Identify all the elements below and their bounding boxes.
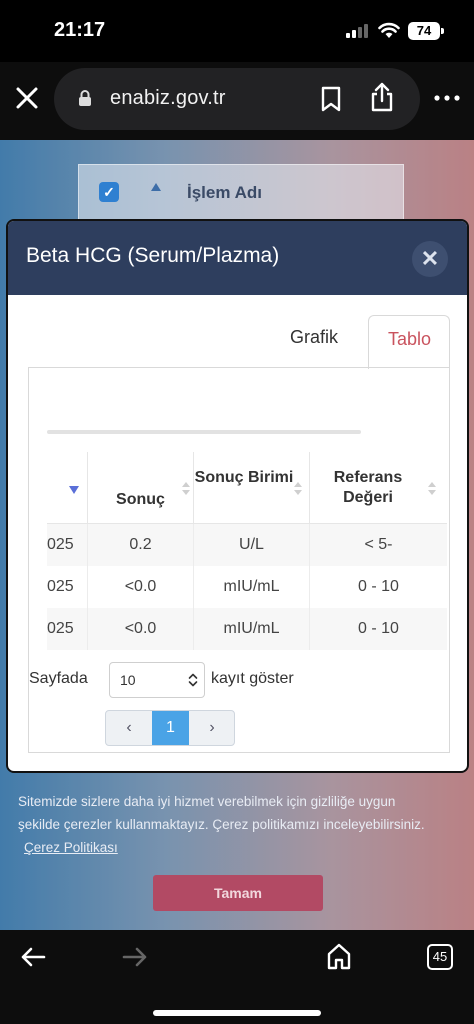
cookie-notice-text: Sitemizde sizlere daha iyi hizmet verebi… [18, 794, 425, 832]
chevron-updown-icon [188, 673, 198, 687]
cell-reference: 0 - 10 [309, 566, 447, 608]
cell-date: 025 [47, 536, 74, 553]
back-arrow-icon[interactable] [20, 946, 46, 968]
cell-date: 025 [47, 578, 74, 595]
cell-date: 025 [47, 620, 74, 637]
results-table: Sonuç Sonuç Birimi Referans Değeri 025 0… [47, 452, 447, 652]
column-header-date[interactable] [47, 452, 87, 524]
pagination-prev-button[interactable]: ‹ [106, 711, 152, 745]
cell-unit: U/L [193, 524, 309, 566]
page-length-select[interactable]: 10 [109, 662, 205, 698]
column-header-unit[interactable]: Sonuç Birimi [193, 452, 309, 524]
home-indicator [153, 1010, 321, 1016]
battery-tip [441, 28, 444, 34]
cell-result: <0.0 [87, 608, 193, 650]
bg-column-label: İşlem Adı [187, 183, 262, 202]
sort-up-icon [151, 183, 161, 191]
pagination: ‹ 1 › [105, 710, 235, 746]
status-time: 21:17 [54, 19, 106, 41]
tabs-button[interactable]: 45 [427, 944, 453, 970]
signal-icon [346, 24, 372, 38]
cell-unit: mIU/mL [193, 566, 309, 608]
url-field[interactable]: enabiz.gov.tr [54, 68, 420, 130]
lock-icon [79, 90, 91, 106]
cookie-accept-button[interactable]: Tamam [153, 875, 323, 911]
pagination-page-button[interactable]: 1 [152, 711, 189, 745]
sort-icon [294, 482, 302, 496]
battery-indicator: 74 [408, 22, 440, 40]
table-row[interactable]: 025 0.2 U/L < 5- [47, 524, 447, 566]
close-icon[interactable] [14, 85, 40, 111]
cookie-policy-link[interactable]: Çerez Politikası [24, 840, 118, 855]
bg-table-header: ✓ İşlem Adı [78, 164, 404, 222]
share-icon[interactable] [370, 82, 394, 112]
tab-tablo[interactable]: Tablo [368, 315, 450, 369]
url-text: enabiz.gov.tr [110, 87, 226, 109]
pagination-next-button[interactable]: › [189, 711, 234, 745]
sort-icon [428, 482, 436, 496]
cell-result: 0.2 [87, 524, 193, 566]
table-panel: Sonuç Sonuç Birimi Referans Değeri 025 0… [28, 367, 450, 753]
tab-grafik[interactable]: Grafik [290, 327, 338, 348]
result-modal: Beta HCG (Serum/Plazma) ✕ Grafik Tablo S… [6, 219, 469, 773]
cell-unit: mIU/mL [193, 608, 309, 650]
page-length-prefix: Sayfada [29, 670, 88, 687]
cookie-notice: Sitemizde sizlere daha iyi hizmet verebi… [18, 790, 438, 859]
cell-reference: < 5- [309, 524, 447, 566]
horizontal-scrollbar[interactable] [47, 430, 361, 434]
tab-tablo-label: Tablo [388, 329, 432, 349]
table-row[interactable]: 025 <0.0 mIU/mL 0 - 10 [47, 566, 447, 608]
modal-title: Beta HCG (Serum/Plazma) [26, 244, 280, 267]
sort-icon [182, 482, 190, 496]
column-header-unit-label: Sonuç Birimi [194, 469, 294, 486]
select-all-checkbox[interactable]: ✓ [99, 182, 119, 202]
forward-arrow-icon[interactable] [122, 946, 148, 968]
page-length-value: 10 [120, 672, 136, 688]
more-icon[interactable] [434, 95, 460, 101]
column-header-result-label: Sonuç [116, 491, 165, 508]
table-row[interactable]: 025 <0.0 mIU/mL 0 - 10 [47, 608, 447, 650]
sort-desc-icon [69, 486, 79, 494]
page-length-control: Sayfada 10 kayıt göster [29, 660, 449, 700]
browser-toolbar: 45 [0, 930, 474, 1024]
modal-close-button[interactable]: ✕ [412, 241, 448, 277]
bookmark-icon[interactable] [320, 86, 342, 112]
browser-address-bar: enabiz.gov.tr [0, 62, 474, 140]
column-header-reference-label: Referans Değeri [333, 469, 403, 506]
table-header: Sonuç Sonuç Birimi Referans Değeri [47, 452, 447, 524]
cell-result: <0.0 [87, 566, 193, 608]
cell-reference: 0 - 10 [309, 608, 447, 650]
column-header-result[interactable]: Sonuç [87, 452, 193, 524]
page-length-suffix: kayıt göster [211, 670, 294, 687]
status-bar: 21:17 74 [0, 0, 474, 62]
column-header-reference[interactable]: Referans Değeri [309, 452, 447, 524]
home-icon[interactable] [326, 942, 352, 970]
wifi-icon [378, 22, 400, 38]
modal-header: Beta HCG (Serum/Plazma) ✕ [8, 221, 467, 295]
